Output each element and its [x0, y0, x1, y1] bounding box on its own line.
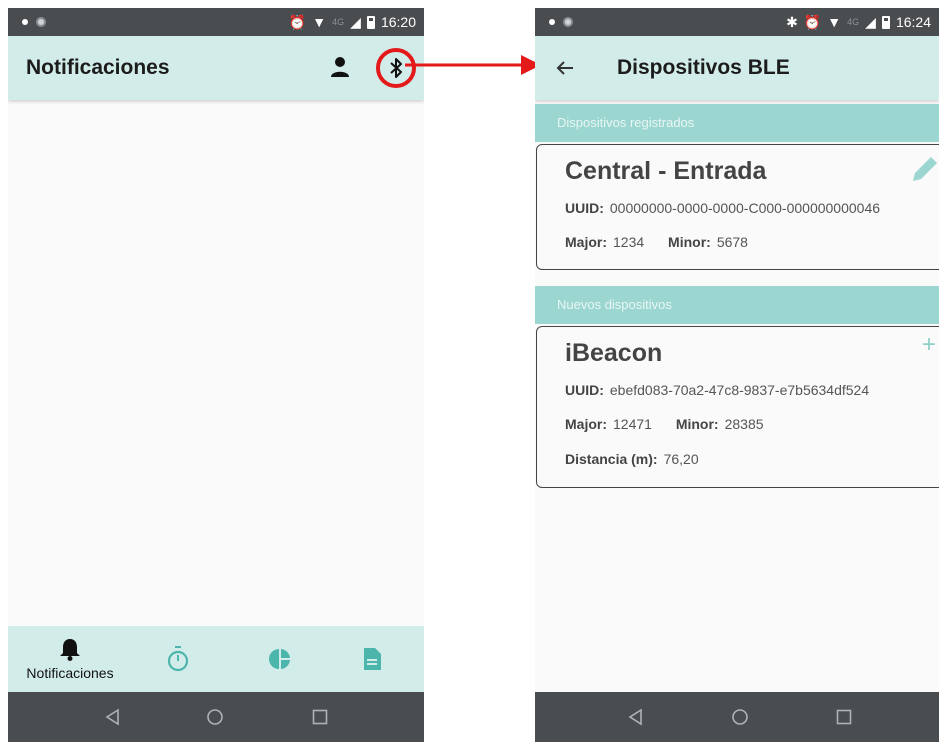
alarm-icon: ⏰ — [803, 14, 822, 30]
back-triangle-icon[interactable] — [104, 708, 122, 726]
nav-item-documents[interactable] — [352, 626, 392, 692]
minor-value: 5678 — [716, 234, 748, 250]
app-bar: Notificaciones — [8, 36, 424, 100]
distance-label: Distancia (m): — [565, 451, 658, 467]
network-type: 4G — [847, 17, 860, 27]
device-major-minor-row: Major: 1234 Minor: 5678 — [565, 234, 768, 250]
app-circle-icon — [36, 17, 46, 27]
device-uuid-row: UUID: ebefd083-70a2-47c8-9837-e7b5634df52… — [565, 382, 889, 398]
back-triangle-icon[interactable] — [627, 708, 645, 726]
major-label: Major: — [565, 234, 607, 250]
page-title: Notificaciones — [26, 56, 170, 79]
device-major-minor-row: Major: 12471 Minor: 28385 — [565, 416, 784, 432]
device-name: iBeacon — [565, 339, 663, 367]
notification-dot-icon — [22, 19, 28, 25]
battery-icon — [366, 15, 375, 29]
new-device-card[interactable]: iBeacon + UUID: ebefd083-70a2-47c8-9837-e… — [536, 326, 939, 488]
battery-icon — [881, 15, 890, 29]
phone-screen-ble-devices: ✱ ⏰ ▼ 4G ◢ 16:24 Dispositivos BLE Dispos… — [535, 8, 939, 742]
signal-icon: ◢ — [865, 14, 876, 30]
wifi-icon: ▼ — [827, 14, 842, 30]
uuid-value: ebefd083-70a2-47c8-9837-e7b5634df524 — [609, 382, 870, 398]
distance-value: 76,20 — [663, 451, 699, 467]
minor-label: Minor: — [668, 234, 711, 250]
uuid-value: 00000000-0000-0000-C000-000000000046 — [609, 200, 881, 216]
system-navigation-bar — [8, 692, 424, 742]
app-circle-icon — [563, 17, 573, 27]
nav-label: Notificaciones — [26, 665, 114, 681]
red-arrow-connector — [405, 55, 541, 75]
registered-device-card[interactable]: Central - Entrada UUID: 00000000-0000-000… — [536, 144, 939, 270]
status-bar: ⏰ ▼ 4G ◢ 16:20 — [8, 8, 424, 36]
pie-chart-icon — [269, 649, 290, 669]
signal-icon: ◢ — [350, 14, 361, 30]
device-name: Central - Entrada — [565, 157, 767, 185]
recents-square-icon[interactable] — [311, 708, 329, 726]
notification-dot-icon — [549, 19, 555, 25]
person-icon[interactable] — [330, 56, 350, 78]
home-circle-icon[interactable] — [731, 708, 749, 726]
network-type: 4G — [332, 17, 345, 27]
minor-value: 28385 — [724, 416, 764, 432]
system-navigation-bar — [535, 692, 939, 742]
minor-label: Minor: — [675, 416, 719, 432]
status-bar: ✱ ⏰ ▼ 4G ◢ 16:24 — [535, 8, 939, 36]
major-label: Major: — [565, 416, 607, 432]
section-header-new: Nuevos dispositivos — [535, 286, 939, 324]
status-time: 16:20 — [380, 14, 416, 30]
recents-square-icon[interactable] — [835, 708, 853, 726]
bluetooth-icon — [390, 58, 402, 78]
phone-screen-notifications: ⏰ ▼ 4G ◢ 16:20 Notificaciones Notificaci… — [8, 8, 424, 742]
alarm-icon: ⏰ — [288, 14, 307, 30]
section-header-registered: Dispositivos registrados — [535, 104, 939, 142]
stopwatch-icon — [167, 646, 189, 672]
app-bar: Dispositivos BLE — [535, 36, 939, 100]
uuid-label: UUID: — [565, 200, 604, 216]
wifi-icon: ▼ — [312, 14, 327, 30]
page-title: Dispositivos BLE — [617, 56, 790, 79]
device-uuid-row: UUID: 00000000-0000-0000-C000-00000000004… — [565, 200, 900, 216]
home-circle-icon[interactable] — [206, 708, 224, 726]
bottom-navigation: Notificaciones — [8, 626, 424, 692]
device-distance-row: Distancia (m): 76,20 — [565, 451, 719, 467]
bell-icon — [60, 639, 80, 661]
document-icon — [364, 648, 381, 670]
nav-item-notificaciones[interactable]: Notificaciones — [16, 626, 124, 692]
nav-item-timer[interactable] — [158, 626, 198, 692]
major-value: 1234 — [613, 234, 645, 250]
add-plus-icon[interactable]: + — [917, 333, 939, 357]
edit-pencil-icon[interactable] — [905, 151, 939, 187]
major-value: 12471 — [613, 416, 652, 432]
bluetooth-icon: ✱ — [786, 14, 798, 30]
back-arrow-icon[interactable] — [553, 56, 577, 80]
nav-item-statistics[interactable] — [260, 626, 300, 692]
uuid-label: UUID: — [565, 382, 604, 398]
status-time: 16:24 — [895, 14, 931, 30]
